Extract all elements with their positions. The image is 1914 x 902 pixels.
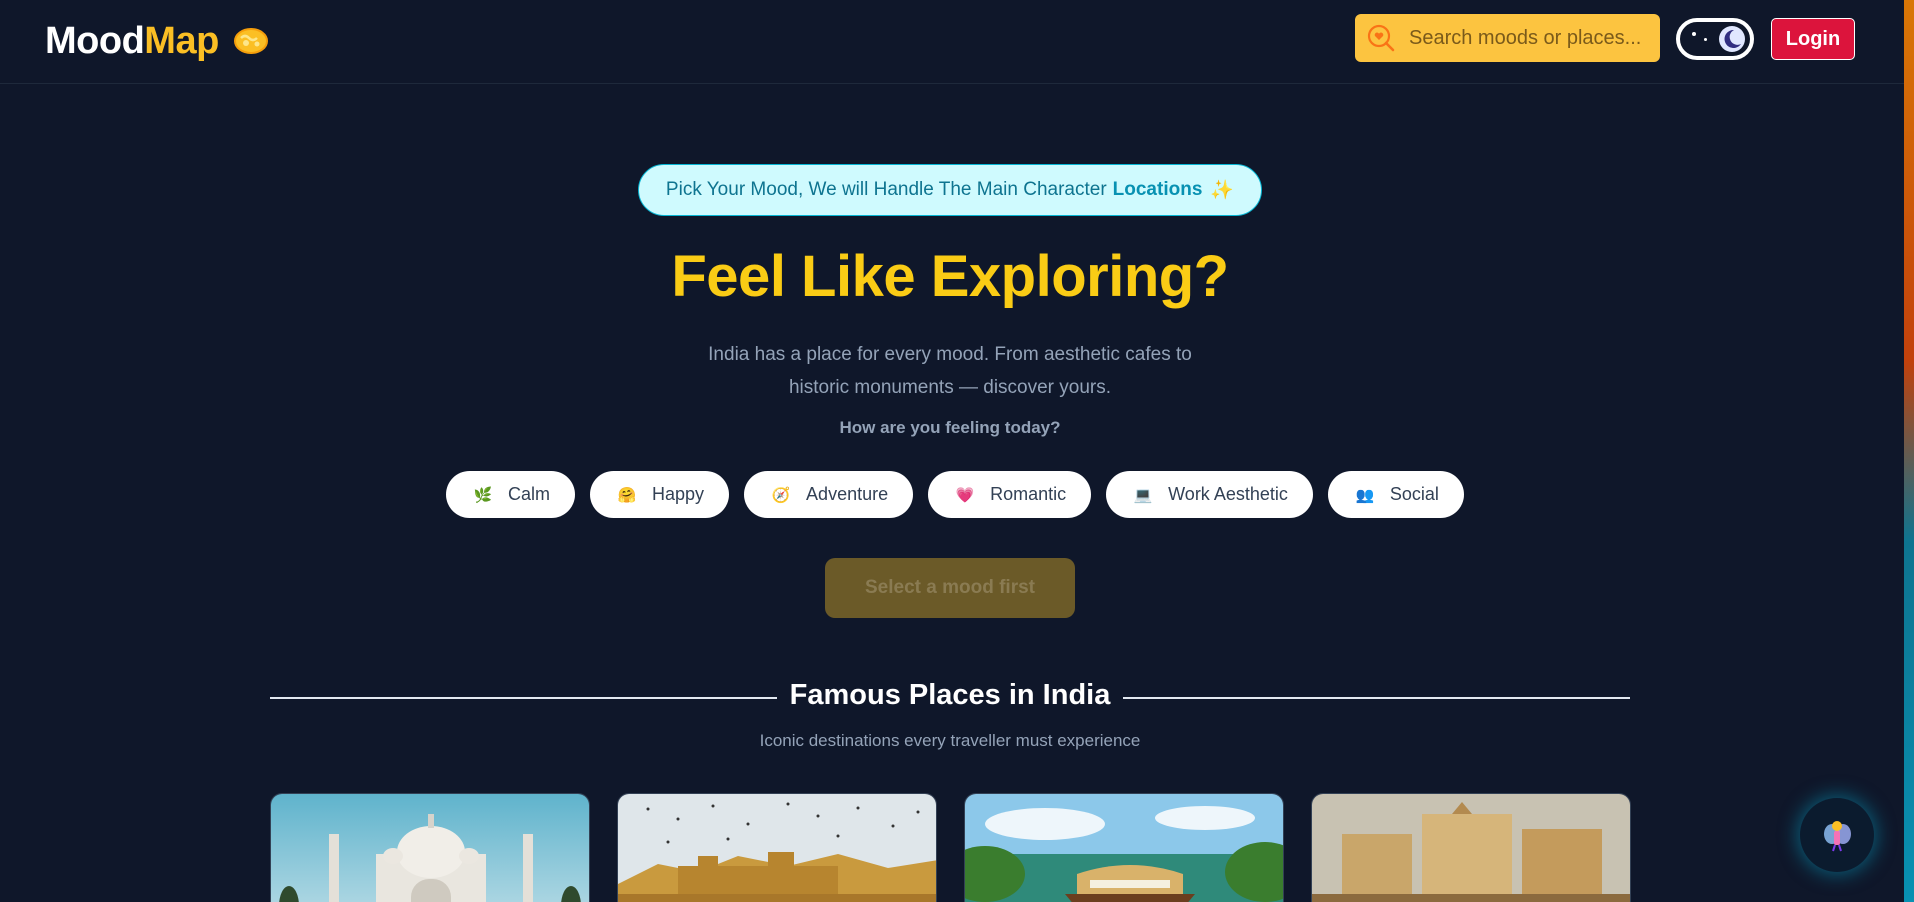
hero-title: Feel Like Exploring? [671,244,1229,309]
mood-chip-work-aesthetic[interactable]: 💻 Work Aesthetic [1106,471,1313,518]
mood-chip-label: Romantic [990,484,1067,504]
select-mood-button[interactable]: Select a mood first [825,558,1075,618]
ghats-image [1312,794,1630,902]
mood-chip-label: Calm [508,484,551,504]
divider-line [1123,697,1630,699]
people-icon: 👥 [1355,486,1375,504]
place-card-varanasi[interactable] [1311,793,1631,902]
mood-chip-romantic[interactable]: 💗 Romantic [928,471,1092,518]
moon-icon [1719,26,1745,52]
login-button[interactable]: Login [1771,18,1855,60]
globe-logo-icon [233,28,268,54]
place-card-taj-mahal[interactable] [270,793,590,902]
mood-chip-label: Adventure [806,484,889,504]
houseboat-image [965,794,1283,902]
mood-chips: 🌿 Calm 🤗 Happy 🧭 Adventure 💗 Romantic 💻 … [446,471,1464,518]
logo-text-mood: Mood [45,19,145,62]
taj-mahal-image [271,794,589,902]
page: MoodMap Login [0,0,1914,902]
section-title: Famous Places in India [789,679,1111,711]
mood-chip-happy[interactable]: 🤗 Happy [590,471,730,518]
mood-chip-social[interactable]: 👥 Social [1327,471,1464,518]
tagline-highlight: Locations [1112,179,1203,200]
section-subtitle: Iconic destinations every traveller must… [759,731,1141,750]
mood-chip-label: Social [1389,484,1439,504]
fairy-icon [1824,821,1851,852]
mood-chip-calm[interactable]: 🌿 Calm [446,471,576,518]
leaf-icon: 🌿 [473,486,493,504]
logo[interactable]: Mood Map [45,18,269,64]
heart-icon: 💗 [955,486,975,504]
fort-image [618,794,936,902]
assistant-fab[interactable] [1800,798,1874,872]
logo-text-map: Map [144,19,219,62]
sparkle-icon: ✨ [1210,180,1235,201]
mood-chip-label: Work Aesthetic [1168,484,1288,504]
search-bar[interactable] [1355,14,1660,62]
mood-chip-adventure[interactable]: 🧭 Adventure [744,471,914,518]
hero-subtitle: India has a place for every mood. From a… [708,344,1192,398]
tagline-badge: Pick Your Mood, We will Handle The Main … [638,164,1262,216]
star-icon [1692,32,1696,36]
place-card-fort[interactable] [617,793,937,902]
search-input[interactable] [1409,26,1649,50]
top-navbar: MoodMap Login [0,0,1905,84]
place-cards [270,793,1631,902]
laptop-icon: 💻 [1133,486,1153,504]
theme-toggle[interactable] [1676,18,1754,60]
place-card-backwaters[interactable] [964,793,1284,902]
mood-prompt: How are you feeling today? [839,418,1061,437]
page-scrollbar[interactable] [1904,0,1914,902]
hugging-face-icon: 🤗 [617,486,637,504]
divider-line [270,697,777,699]
compass-icon: 🧭 [771,486,791,504]
star-icon [1704,38,1707,41]
heart-search-icon [1367,24,1395,52]
tagline-text: Pick Your Mood, We will Handle The Main … [665,179,1107,200]
mood-chip-label: Happy [652,484,705,504]
